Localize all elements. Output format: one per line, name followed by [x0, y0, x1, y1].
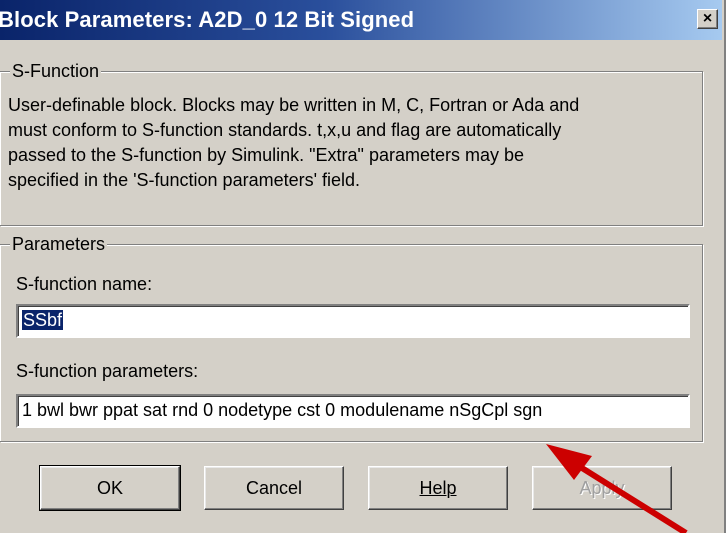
close-button[interactable]: × [697, 9, 718, 29]
help-button-label: Help [419, 477, 457, 498]
sfunction-name-value: SSbf [22, 310, 64, 330]
close-icon: × [702, 10, 713, 27]
description-line: passed to the S-function by Simulink. "E… [8, 145, 525, 165]
parameters-group-title: Parameters [10, 234, 108, 254]
description-line: must conform to S-function standards. t,… [8, 120, 562, 140]
sfunction-parameters-input[interactable]: 1 bwl bwr ppat sat rnd 0 nodetype cst 0 … [16, 394, 690, 428]
description-line: User-definable block. Blocks may be writ… [8, 95, 580, 115]
block-parameters-dialog: Block Parameters: A2D_0 12 Bit Signed × … [0, 0, 726, 533]
sfunction-name-label: S-function name: [16, 274, 153, 294]
sfunction-parameters-value: 1 bwl bwr ppat sat rnd 0 nodetype cst 0 … [22, 400, 543, 420]
help-button[interactable]: Help [368, 466, 508, 510]
title-bar[interactable]: Block Parameters: A2D_0 12 Bit Signed × [0, 0, 722, 40]
window-title: Block Parameters: A2D_0 12 Bit Signed [0, 7, 415, 32]
apply-button: Apply [532, 466, 672, 510]
sfunction-parameters-label: S-function parameters: [16, 361, 199, 381]
description-line: specified in the 'S-function parameters'… [8, 170, 361, 190]
sfunction-name-input[interactable]: SSbf [16, 304, 690, 338]
ok-button[interactable]: OK [39, 465, 181, 511]
sfunction-group-title: S-Function [10, 61, 102, 81]
cancel-button[interactable]: Cancel [204, 466, 344, 510]
